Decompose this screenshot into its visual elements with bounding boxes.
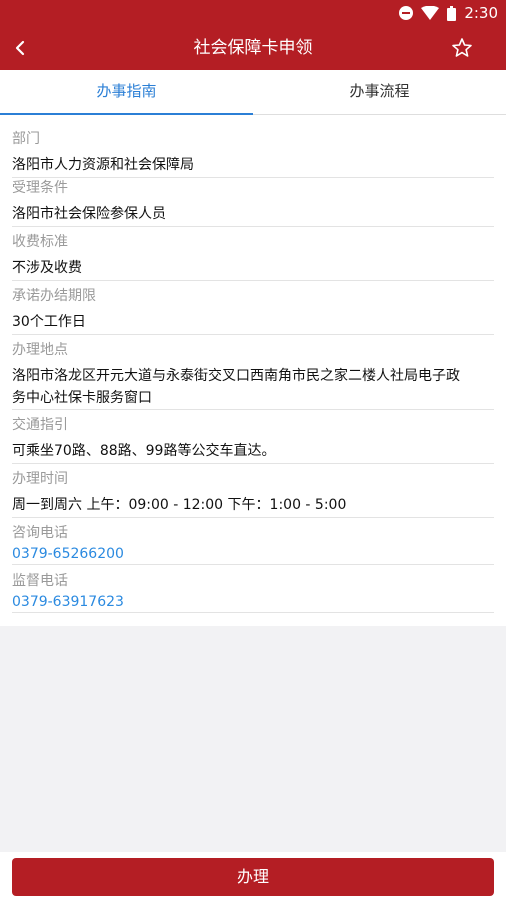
chevron-left-icon (15, 40, 25, 56)
favorite-button[interactable] (448, 34, 476, 62)
field-inquiry-phone: 咨询电话 0379-65266200 (12, 523, 494, 565)
field-transport: 交通指引 可乘坐70路、88路、99路等公交车直达。 (12, 415, 494, 464)
field-acceptance-conditions: 受理条件 洛阳市社会保险参保人员 (12, 178, 494, 227)
tab-process[interactable]: 办事流程 (253, 70, 506, 114)
field-fee-standard: 收费标准 不涉及收费 (12, 232, 494, 281)
status-time: 2:30 (464, 4, 498, 22)
field-value: 洛阳市社会保险参保人员 (12, 206, 166, 222)
field-office-hours: 办理时间 周一到周六 上午：09:00 - 12:00 下午：1:00 - 5:… (12, 469, 494, 518)
field-value: 不涉及收费 (12, 260, 82, 276)
tab-guide[interactable]: 办事指南 (0, 70, 253, 115)
field-value: 洛阳市人力资源和社会保障局 (12, 157, 194, 173)
field-label: 交通指引 (12, 417, 68, 433)
field-department: 部门 洛阳市人力资源和社会保障局 (12, 129, 494, 178)
wifi-icon (421, 6, 440, 20)
field-label: 部门 (12, 131, 40, 147)
supervision-phone-link[interactable]: 0379-63917623 (12, 591, 494, 613)
inquiry-phone-link[interactable]: 0379-65266200 (12, 543, 494, 565)
field-supervision-phone: 监督电话 0379-63917623 (12, 571, 494, 613)
field-completion-deadline: 承诺办结期限 30个工作日 (12, 286, 494, 335)
field-label: 收费标准 (12, 234, 68, 250)
status-bar: 2:30 (0, 0, 506, 26)
page-title: 社会保障卡申领 (193, 38, 313, 58)
field-value-line2: 务中心社保卡服务窗口 (12, 390, 152, 406)
field-label: 咨询电话 (12, 525, 68, 541)
field-label: 监督电话 (12, 573, 68, 589)
battery-icon (447, 5, 457, 21)
star-icon (452, 38, 472, 57)
field-value: 周一到周六 上午：09:00 - 12:00 下午：1:00 - 5:00 (12, 497, 347, 513)
field-label: 办理地点 (12, 342, 68, 358)
back-button[interactable] (6, 34, 34, 62)
tab-process-label: 办事流程 (349, 82, 410, 100)
field-value-line1: 洛阳市洛龙区开元大道与永泰街交叉口西南角市民之家二楼人社局电子政 (12, 368, 460, 384)
app-bar: 社会保障卡申领 (0, 26, 506, 70)
field-value: 可乘坐70路、88路、99路等公交车直达。 (12, 443, 276, 459)
tab-bar: 办事指南 办事流程 (0, 70, 506, 115)
field-label: 承诺办结期限 (12, 288, 96, 304)
field-label: 受理条件 (12, 180, 68, 196)
apply-button[interactable]: 办理 (12, 858, 494, 896)
field-value: 30个工作日 (12, 314, 86, 330)
status-icons: 2:30 (399, 3, 498, 23)
field-label: 办理时间 (12, 471, 68, 487)
do-not-disturb-icon (399, 6, 414, 20)
field-location: 办理地点 洛阳市洛龙区开元大道与永泰街交叉口西南角市民之家二楼人社局电子政 务中… (12, 340, 494, 410)
guide-content: 部门 洛阳市人力资源和社会保障局 受理条件 洛阳市社会保险参保人员 收费标准 不… (0, 115, 506, 626)
tab-guide-label: 办事指南 (96, 82, 157, 100)
bottom-bar: 办理 (0, 852, 506, 900)
